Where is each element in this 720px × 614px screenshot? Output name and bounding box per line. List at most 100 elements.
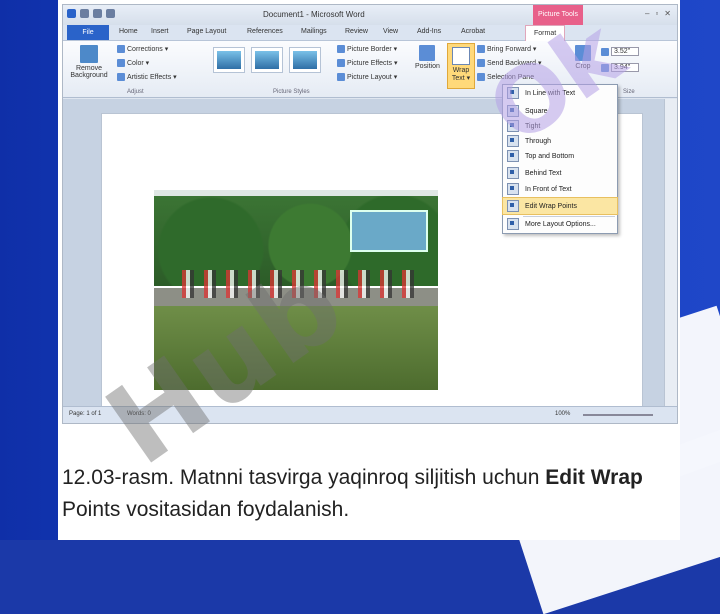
tab-page-layout[interactable]: Page Layout (187, 28, 226, 35)
ribbon-tabs: File Home Insert Page Layout References … (63, 25, 677, 41)
menu-item-in-line-with-text[interactable]: In Line with Text (503, 85, 617, 101)
color-button[interactable]: Color ▾ (117, 59, 149, 67)
tab-mailings[interactable]: Mailings (301, 28, 327, 35)
behind-text-icon (507, 167, 519, 179)
redo-icon[interactable] (106, 9, 115, 18)
menu-item-behind-text[interactable]: Behind Text (503, 165, 617, 181)
in-line-icon (507, 87, 519, 99)
wrap-text-label: Wrap Text ▾ (451, 67, 471, 82)
menu-item-top-and-bottom[interactable]: Top and Bottom (503, 148, 617, 164)
title-bar: Document1 - Microsoft Word Picture Tools… (63, 5, 677, 25)
selection-pane-label: Selection Pane (487, 73, 535, 81)
tab-view[interactable]: View (383, 28, 398, 35)
width-icon (601, 63, 609, 72)
minimize-button[interactable]: – (645, 9, 649, 18)
remove-background-button[interactable]: Remove Background (69, 45, 109, 79)
undo-icon[interactable] (93, 9, 102, 18)
edit-wrap-points-icon (507, 200, 519, 212)
menu-item-more-layout-options[interactable]: More Layout Options... (503, 216, 617, 232)
artistic-effects-label: Artistic Effects ▾ (127, 74, 177, 81)
close-button[interactable]: ✕ (664, 9, 671, 18)
square-wrap-icon (507, 105, 519, 117)
color-icon (117, 59, 125, 67)
picture-style-thumb[interactable] (289, 47, 321, 73)
corrections-button[interactable]: Corrections ▾ (117, 45, 168, 53)
menu-item-label: Edit Wrap Points (525, 202, 578, 210)
menu-item-label: Top and Bottom (525, 152, 575, 160)
photo-grass (154, 306, 438, 390)
menu-item-tight[interactable]: Tight (503, 118, 617, 134)
bring-forward-button[interactable]: Bring Forward ▾ (477, 45, 536, 53)
picture-styles-group-label: Picture Styles (273, 89, 310, 95)
picture-tools-label: Picture Tools (533, 5, 583, 25)
tab-home[interactable]: Home (119, 28, 138, 35)
maximize-button[interactable]: ▫ (655, 9, 658, 18)
crop-button[interactable]: Crop (575, 45, 591, 70)
window-title: Document1 - Microsoft Word (263, 10, 365, 19)
save-icon[interactable] (80, 9, 89, 18)
photo-cyclists (182, 270, 422, 298)
size-group-label: Size (623, 89, 635, 95)
position-label: Position (415, 63, 440, 70)
height-field[interactable]: 3.52" (601, 47, 640, 56)
tab-acrobat[interactable]: Acrobat (461, 28, 485, 35)
caption-bold: Edit Wrap (545, 466, 643, 489)
tab-file[interactable]: File (67, 25, 109, 40)
zoom-level: 100% (555, 411, 571, 417)
corrections-label: Corrections ▾ (127, 46, 169, 53)
wrap-text-icon (452, 47, 470, 65)
height-icon (601, 47, 609, 56)
selected-picture[interactable] (154, 190, 438, 390)
remove-background-label: Remove Background (70, 65, 108, 79)
menu-item-label: Through (525, 137, 552, 145)
bring-forward-label: Bring Forward ▾ (487, 46, 537, 53)
selection-pane-icon (477, 73, 485, 81)
selection-pane-button[interactable]: Selection Pane (477, 73, 534, 81)
menu-item-label: In Line with Text (525, 89, 576, 97)
menu-item-label: In Front of Text (525, 185, 572, 193)
menu-item-label: Behind Text (525, 169, 562, 177)
picture-border-icon (337, 45, 345, 53)
status-bar: Page: 1 of 1 Words: 0 100% (63, 406, 677, 423)
page-count: Page: 1 of 1 (69, 411, 102, 417)
menu-item-label: Tight (525, 122, 541, 130)
send-backward-button[interactable]: Send Backward ▾ (477, 59, 542, 67)
position-button[interactable]: Position (415, 45, 440, 70)
menu-item-through[interactable]: Through (503, 133, 617, 149)
in-front-icon (507, 183, 519, 195)
top-bottom-wrap-icon (507, 150, 519, 162)
send-backward-icon (477, 59, 485, 67)
crop-icon (575, 45, 591, 61)
tab-review[interactable]: Review (345, 28, 368, 35)
menu-item-in-front-of-text[interactable]: In Front of Text (503, 181, 617, 197)
send-backward-label: Send Backward ▾ (487, 60, 542, 67)
picture-border-label: Picture Border ▾ (347, 46, 398, 53)
remove-background-icon (80, 45, 98, 63)
picture-effects-button[interactable]: Picture Effects ▾ (337, 59, 397, 67)
tab-format[interactable]: Format (525, 25, 566, 41)
menu-item-square[interactable]: Square (503, 103, 617, 119)
height-value: 3.52" (611, 47, 640, 56)
picture-border-button[interactable]: Picture Border ▾ (337, 45, 397, 53)
zoom-slider[interactable] (583, 414, 653, 416)
artistic-effects-button[interactable]: Artistic Effects ▾ (117, 73, 177, 81)
window-controls: – ▫ ✕ (645, 9, 671, 18)
slide-panel: Document1 - Microsoft Word Picture Tools… (58, 0, 680, 540)
tab-references[interactable]: References (247, 28, 283, 35)
menu-item-label: Square (525, 107, 548, 115)
adjust-group-label: Adjust (127, 89, 144, 95)
menu-item-edit-wrap-points[interactable]: Edit Wrap Points (502, 197, 618, 215)
tab-add-ins[interactable]: Add-Ins (417, 28, 441, 35)
tab-insert[interactable]: Insert (151, 28, 169, 35)
through-wrap-icon (507, 135, 519, 147)
picture-style-thumb[interactable] (213, 47, 245, 73)
width-field[interactable]: 3.94" (601, 63, 640, 72)
caption-text: 12.03-rasm. Matnni tasvirga yaqinroq sil… (62, 466, 546, 489)
word-logo-icon (67, 9, 76, 18)
picture-style-thumb[interactable] (251, 47, 283, 73)
picture-effects-label: Picture Effects ▾ (347, 60, 398, 67)
corrections-icon (117, 45, 125, 53)
picture-layout-button[interactable]: Picture Layout ▾ (337, 73, 397, 81)
wrap-text-button[interactable]: Wrap Text ▾ (447, 43, 475, 89)
vertical-scrollbar[interactable] (664, 99, 677, 407)
